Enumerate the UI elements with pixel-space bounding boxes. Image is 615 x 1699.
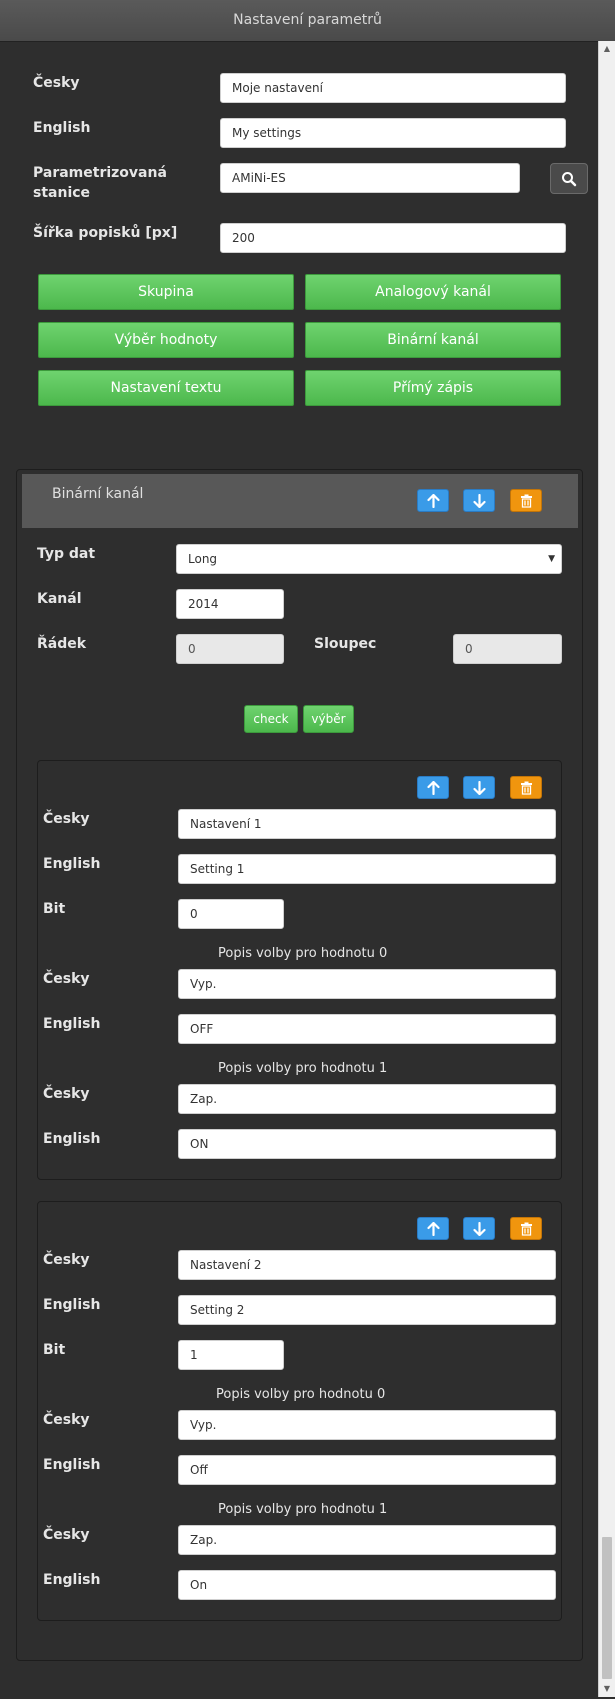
english-name-field[interactable]: My settings — [220, 118, 566, 148]
value0-cesky-label: Česky — [43, 971, 90, 987]
add-value-select-button[interactable]: Výběr hodnoty — [38, 322, 294, 358]
arrow-down-icon — [473, 781, 486, 795]
arrow-down-icon — [473, 1222, 486, 1236]
value1-english-field[interactable]: On — [178, 1570, 556, 1600]
item-cesky-field[interactable]: Nastavení 2 — [178, 1250, 556, 1280]
add-direct-write-button[interactable]: Přímý zápis — [305, 370, 561, 406]
window-title: Nastavení parametrů — [0, 0, 615, 42]
row-label: Řádek — [37, 636, 87, 652]
cesky-name-field[interactable]: Moje nastavení — [220, 73, 566, 103]
arrow-down-icon — [473, 494, 486, 508]
item-move-down-button[interactable] — [463, 776, 495, 799]
value0-english-label: English — [43, 1457, 101, 1473]
search-button[interactable] — [550, 163, 588, 194]
item-bit-field[interactable]: 0 — [178, 899, 284, 929]
item-delete-button[interactable] — [510, 776, 542, 799]
item-move-up-button[interactable] — [417, 776, 449, 799]
cesky-label: Česky — [33, 75, 80, 91]
item-cesky-label: Česky — [43, 1252, 90, 1268]
value0-cesky-field[interactable]: Vyp. — [178, 1410, 556, 1440]
check-button[interactable]: check — [244, 705, 298, 733]
value0-english-field[interactable]: OFF — [178, 1014, 556, 1044]
value1-english-field[interactable]: ON — [178, 1129, 556, 1159]
channel-delete-button[interactable] — [510, 489, 542, 512]
trash-icon — [521, 494, 532, 508]
value1-caption: Popis volby pro hodnotu 1 — [218, 1502, 388, 1517]
value0-english-label: English — [43, 1016, 101, 1032]
binary-channel-title: Binární kanál — [52, 486, 144, 502]
value0-cesky-label: Česky — [43, 1412, 90, 1428]
scroll-down-icon[interactable]: ▼ — [599, 1681, 615, 1697]
value1-caption: Popis volby pro hodnotu 1 — [218, 1061, 388, 1076]
label-width-field[interactable]: 200 — [220, 223, 566, 253]
label-width-label: Šířka popisků [px] — [33, 225, 178, 241]
value1-english-label: English — [43, 1572, 101, 1588]
item-english-label: English — [43, 856, 101, 872]
column-field: 0 — [453, 634, 562, 664]
value0-cesky-field[interactable]: Vyp. — [178, 969, 556, 999]
scrollbar-thumb[interactable] — [602, 1537, 612, 1679]
data-type-label: Typ dat — [37, 546, 96, 562]
row-field: 0 — [176, 634, 284, 664]
station-field[interactable]: AMiNi-ES — [220, 163, 520, 193]
item-delete-button[interactable] — [510, 1217, 542, 1240]
value1-cesky-label: Česky — [43, 1086, 90, 1102]
item-bit-field[interactable]: 1 — [178, 1340, 284, 1370]
item-cesky-label: Česky — [43, 811, 90, 827]
scroll-up-icon[interactable]: ▲ — [599, 41, 615, 57]
select-button[interactable]: výběr — [303, 705, 354, 733]
item-move-up-button[interactable] — [417, 1217, 449, 1240]
value1-cesky-field[interactable]: Zap. — [178, 1084, 556, 1114]
add-group-button[interactable]: Skupina — [38, 274, 294, 310]
arrow-up-icon — [427, 1222, 440, 1236]
item-english-field[interactable]: Setting 2 — [178, 1295, 556, 1325]
item-bit-label: Bit — [43, 901, 66, 917]
station-label: Parametrizovaná stanice — [33, 165, 167, 201]
item-cesky-field[interactable]: Nastavení 1 — [178, 809, 556, 839]
arrow-up-icon — [427, 781, 440, 795]
column-label: Sloupec — [314, 636, 377, 652]
add-binary-channel-button[interactable]: Binární kanál — [305, 322, 561, 358]
item-move-down-button[interactable] — [463, 1217, 495, 1240]
channel-move-up-button[interactable] — [417, 489, 449, 512]
add-analog-channel-button[interactable]: Analogový kanál — [305, 274, 561, 310]
value0-caption: Popis volby pro hodnotu 0 — [216, 1387, 386, 1402]
search-icon — [562, 172, 577, 187]
trash-icon — [521, 781, 532, 795]
arrow-up-icon — [427, 494, 440, 508]
value0-caption: Popis volby pro hodnotu 0 — [218, 946, 388, 961]
item-english-field[interactable]: Setting 1 — [178, 854, 556, 884]
add-text-setting-button[interactable]: Nastavení textu — [38, 370, 294, 406]
channel-move-down-button[interactable] — [463, 489, 495, 512]
channel-label: Kanál — [37, 591, 82, 607]
item-english-label: English — [43, 1297, 101, 1313]
english-label: English — [33, 120, 91, 136]
value1-cesky-label: Česky — [43, 1527, 90, 1543]
vertical-scrollbar[interactable]: ▲ ▼ — [598, 41, 615, 1697]
value0-english-field[interactable]: Off — [178, 1455, 556, 1485]
value1-cesky-field[interactable]: Zap. — [178, 1525, 556, 1555]
channel-field[interactable]: 2014 — [176, 589, 284, 619]
trash-icon — [521, 1222, 532, 1236]
data-type-select[interactable]: Long — [176, 544, 562, 574]
item-bit-label: Bit — [43, 1342, 66, 1358]
value1-english-label: English — [43, 1131, 101, 1147]
